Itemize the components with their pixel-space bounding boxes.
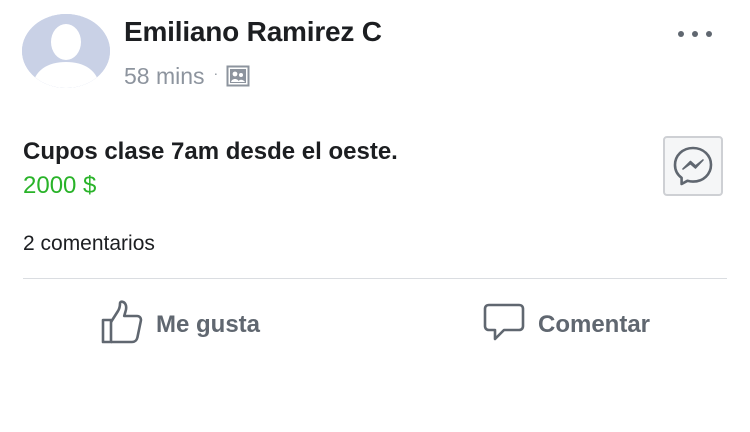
divider [23, 278, 727, 279]
message-seller-button[interactable] [663, 136, 723, 196]
post-meta: 58 mins · [124, 62, 250, 90]
speech-bubble-icon [482, 300, 526, 351]
author-name[interactable]: Emiliano Ramirez C [124, 16, 382, 48]
like-button-label: Me gusta [156, 311, 261, 338]
avatar[interactable] [22, 14, 110, 88]
like-button[interactable]: Me gusta [100, 299, 261, 351]
comment-button[interactable]: Comentar [482, 300, 650, 350]
post-timestamp[interactable]: 58 mins [124, 63, 205, 90]
default-profile-silhouette-icon [22, 14, 110, 88]
more-horizontal-icon [678, 31, 684, 37]
post-title: Cupos clase 7am desde el oeste. [23, 138, 398, 165]
messenger-icon [673, 146, 713, 186]
thumbs-up-icon [100, 299, 144, 351]
marketplace-post-card: Emiliano Ramirez C 58 mins · Cupos clase… [0, 0, 750, 432]
post-price: 2000 $ [23, 172, 97, 199]
more-dot [706, 31, 712, 37]
more-dot [692, 31, 698, 37]
meta-separator: · [213, 65, 219, 81]
more-options-button[interactable] [674, 20, 716, 48]
photo-album-icon [226, 65, 250, 87]
comments-count-link[interactable]: 2 comentarios [23, 232, 155, 256]
comment-button-label: Comentar [538, 311, 651, 338]
